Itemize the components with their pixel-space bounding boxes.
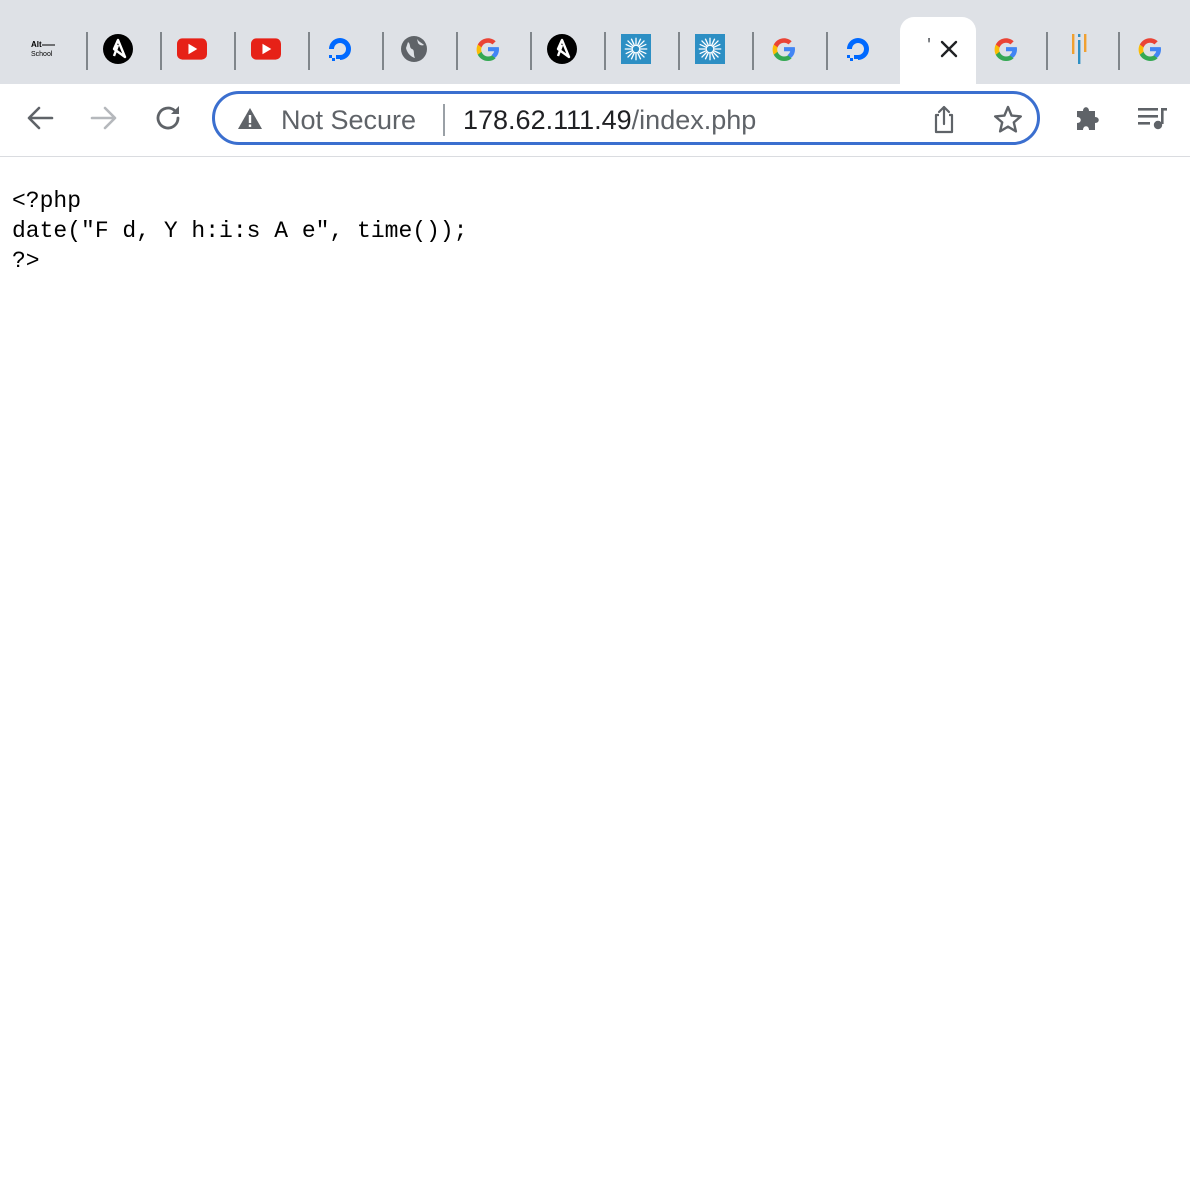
back-button[interactable] [20, 100, 60, 140]
youtube-icon [251, 34, 281, 64]
tab-youtube-2[interactable] [229, 17, 303, 84]
omnibox-divider [443, 104, 445, 136]
address-bar[interactable]: Not Secure 178.62.111.49/index.php [212, 91, 1040, 145]
svg-text:Alt: Alt [31, 40, 42, 49]
page-source-text: <?php date("F d, Y h:i:s A e", time()); … [12, 186, 467, 276]
dandelion-icon [695, 34, 725, 64]
extensions-button[interactable] [1068, 100, 1108, 140]
url-host: 178.62.111.49 [463, 105, 632, 135]
tab-ansible-2[interactable] [525, 17, 599, 84]
browser-toolbar: Not Secure 178.62.111.49/index.php [0, 84, 1190, 157]
tab-google-4[interactable] [1113, 17, 1187, 84]
tab-google-2[interactable] [747, 17, 821, 84]
code-line: <?php [12, 188, 82, 214]
tab-bars-logo[interactable] [1042, 17, 1116, 84]
tab-youtube-1[interactable] [155, 17, 229, 84]
bookmark-star-icon[interactable] [991, 103, 1025, 137]
digitalocean-icon [843, 34, 873, 64]
close-tab-icon[interactable] [934, 34, 964, 64]
tab-digitalocean-2[interactable] [821, 17, 895, 84]
google-icon [1135, 34, 1165, 64]
tab-altschool[interactable]: Alt School [6, 17, 80, 84]
tab-active[interactable]: ' [900, 17, 976, 84]
url-text[interactable]: 178.62.111.49/index.php [463, 105, 756, 135]
tab-globe[interactable] [377, 17, 451, 84]
warning-triangle-icon[interactable] [237, 106, 263, 132]
forward-arrow-icon [88, 102, 120, 139]
youtube-icon [177, 34, 207, 64]
share-icon[interactable] [927, 103, 961, 137]
tab-digitalocean-1[interactable] [303, 17, 377, 84]
dandelion-icon [621, 34, 651, 64]
google-icon [769, 34, 799, 64]
tab-ansible[interactable] [81, 17, 155, 84]
altschool-logo-icon: Alt School [28, 34, 58, 64]
bars-logo-icon [1064, 34, 1094, 64]
url-path: /index.php [631, 105, 757, 135]
reload-icon [152, 102, 184, 139]
code-line: date("F d, Y h:i:s A e", time()); [12, 218, 468, 244]
tab-strip: Alt School ' [0, 0, 1190, 84]
tab-google-3[interactable] [969, 17, 1043, 84]
media-control-button[interactable] [1132, 100, 1172, 140]
ansible-icon [547, 34, 577, 64]
digitalocean-icon [325, 34, 355, 64]
forward-button[interactable] [84, 100, 124, 140]
code-line: ?> [12, 248, 40, 274]
tab-google-1[interactable] [451, 17, 525, 84]
google-icon [991, 34, 1021, 64]
svg-text:School: School [31, 51, 53, 58]
ansible-icon [103, 34, 133, 64]
playlist-music-icon [1135, 102, 1169, 139]
security-status-label[interactable]: Not Secure [281, 105, 416, 135]
reload-button[interactable] [148, 100, 188, 140]
back-arrow-icon [24, 102, 56, 139]
tab-dandelion-2[interactable] [673, 17, 747, 84]
puzzle-piece-icon [1072, 102, 1104, 139]
globe-icon [399, 34, 429, 64]
google-icon [473, 34, 503, 64]
tab-dandelion-1[interactable] [599, 17, 673, 84]
